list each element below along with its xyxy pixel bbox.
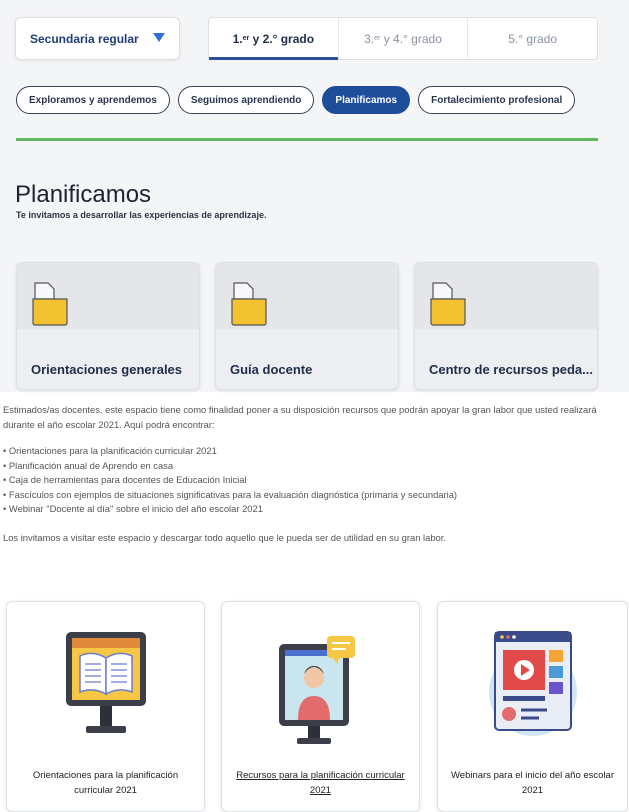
- folder-card-guia[interactable]: Guía docente: [215, 262, 399, 390]
- tab-planificamos[interactable]: Planificamos: [322, 86, 411, 114]
- chevron-down-icon: [153, 33, 165, 42]
- folder-icon: [32, 282, 68, 326]
- teacher-monitor-icon: [278, 636, 355, 744]
- list-item: Caja de herramientas para docentes de Ed…: [3, 473, 627, 488]
- tab-fortalecimiento[interactable]: Fortalecimiento profesional: [418, 86, 576, 114]
- tab-grade-3-4-rest: y 4.° grado: [380, 31, 442, 46]
- grade-tabs: 1. er y 2.° grado 3. er y 4.° grado 5.° gr…: [208, 17, 598, 60]
- resource-card-label: Webinars para el inicio del año escolar …: [451, 770, 614, 796]
- section-tabs: Exploramos y aprendemos Seguimos aprendi…: [16, 86, 576, 114]
- resource-card-orientaciones[interactable]: Orientaciones para la planificación curr…: [6, 601, 205, 812]
- folder-card-label: Guía docente: [230, 362, 313, 377]
- list-item: Webinar "Docente al día" sobre el inicio…: [3, 502, 627, 517]
- video-player-icon: [488, 631, 577, 736]
- tab-grade-1-2-sup: er: [242, 35, 250, 42]
- resource-card-recursos[interactable]: Recursos para la planificación curricula…: [221, 601, 420, 812]
- level-select[interactable]: Secundaria regular: [15, 17, 180, 60]
- resource-card-webinars[interactable]: Webinars para el inicio del año escolar …: [437, 601, 628, 812]
- tab-grade-1-2[interactable]: 1. er y 2.° grado: [209, 18, 338, 60]
- list-item: Planificación anual de Aprendo en casa: [3, 459, 627, 474]
- folder-card-label: Centro de recursos peda...: [429, 362, 593, 377]
- tab-exploramos[interactable]: Exploramos y aprendemos: [16, 86, 170, 114]
- list-item: Orientaciones para la planificación curr…: [3, 444, 627, 459]
- level-select-value: Secundaria regular: [30, 31, 139, 46]
- section-divider: [16, 138, 598, 141]
- tab-grade-3-4-label: 3.: [364, 31, 375, 46]
- folder-icon: [430, 282, 466, 326]
- resource-card-label: Recursos para la planificación curricula…: [236, 770, 405, 796]
- tab-grade-1-2-label: 1.: [232, 31, 243, 46]
- folder-card-centro[interactable]: Centro de recursos peda...: [414, 262, 598, 390]
- intro-paragraph: Estimados/as docentes, este espacio tien…: [3, 404, 597, 430]
- folder-card-orientaciones[interactable]: Orientaciones generales: [16, 262, 200, 390]
- intro-text: Estimados/as docentes, este espacio tien…: [3, 403, 627, 545]
- list-item: Fascículos con ejemplos de situaciones s…: [3, 488, 627, 503]
- page-subtitle: Te invitamos a desarrollar las experienc…: [16, 210, 267, 220]
- tab-seguimos[interactable]: Seguimos aprendiendo: [177, 86, 315, 114]
- folder-card-label: Orientaciones generales: [31, 362, 183, 377]
- tab-grade-5[interactable]: 5.° grado: [467, 18, 597, 59]
- folder-icon: [231, 282, 267, 326]
- resource-card-label: Orientaciones para la planificación curr…: [32, 770, 179, 796]
- book-monitor-icon: [65, 632, 146, 733]
- tab-grade-3-4[interactable]: 3. er y 4.° grado: [337, 18, 468, 59]
- intro-closing: Los invitamos a visitar este espacio y d…: [3, 531, 446, 543]
- intro-list: Orientaciones para la planificación curr…: [3, 444, 627, 517]
- tab-grade-5-label: 5.° grado: [508, 31, 558, 46]
- page-title: Planificamos: [15, 181, 152, 208]
- tab-grade-1-2-rest: y 2.° grado: [249, 31, 315, 46]
